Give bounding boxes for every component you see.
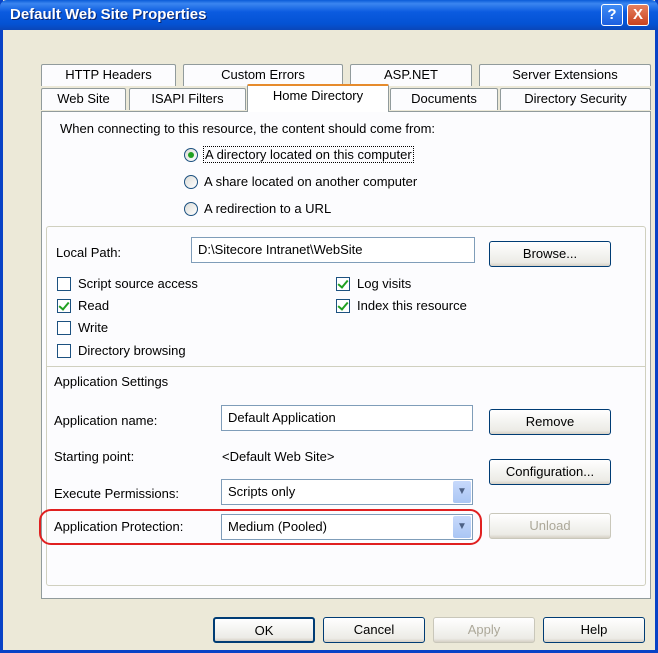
local-path-field[interactable]: D:\Sitecore Intranet\WebSite: [191, 237, 475, 263]
execute-permissions-select[interactable]: Scripts only ▼: [221, 479, 473, 505]
starting-point-value: <Default Web Site>: [222, 449, 335, 464]
tab-server-extensions[interactable]: Server Extensions: [479, 64, 651, 86]
read-checkbox[interactable]: [57, 299, 71, 313]
log-visits-label[interactable]: Log visits: [357, 276, 411, 291]
remove-button[interactable]: Remove: [489, 409, 611, 435]
radio-local-directory[interactable]: [184, 148, 198, 162]
execute-permissions-value: Scripts only: [228, 484, 296, 499]
app-protection-highlight: [39, 509, 482, 545]
chevron-down-icon[interactable]: ▼: [453, 481, 471, 503]
ok-button[interactable]: OK: [213, 617, 315, 643]
tab-custom-errors[interactable]: Custom Errors: [183, 64, 343, 86]
radio-local-directory-label[interactable]: A directory located on this computer: [203, 146, 414, 163]
radio-network-share-label[interactable]: A share located on another computer: [204, 174, 417, 189]
tab-isapi-filters[interactable]: ISAPI Filters: [129, 88, 246, 110]
script-source-label[interactable]: Script source access: [78, 276, 198, 291]
radio-redirection-label[interactable]: A redirection to a URL: [204, 201, 331, 216]
radio-network-share[interactable]: [184, 175, 198, 189]
radio-redirection[interactable]: [184, 202, 198, 216]
tab-http-headers[interactable]: HTTP Headers: [41, 64, 176, 86]
title-bar[interactable]: Default Web Site Properties ? X: [0, 0, 658, 30]
execute-permissions-label: Execute Permissions:: [54, 486, 179, 501]
index-resource-label[interactable]: Index this resource: [357, 298, 467, 313]
window-title: Default Web Site Properties: [10, 6, 207, 23]
application-settings-heading: Application Settings: [54, 374, 169, 389]
tab-directory-security[interactable]: Directory Security: [500, 88, 651, 110]
read-label[interactable]: Read: [78, 298, 109, 313]
directory-browsing-checkbox[interactable]: [57, 344, 71, 358]
app-name-field[interactable]: Default Application: [221, 405, 473, 431]
browse-button[interactable]: Browse...: [489, 241, 611, 267]
content-source-prompt: When connecting to this resource, the co…: [60, 121, 436, 136]
unload-button[interactable]: Unload: [489, 513, 611, 539]
local-path-label: Local Path:: [56, 245, 122, 260]
close-icon[interactable]: X: [627, 4, 649, 26]
tab-aspnet[interactable]: ASP.NET: [350, 64, 472, 86]
write-checkbox[interactable]: [57, 321, 71, 335]
write-label[interactable]: Write: [78, 320, 108, 335]
directory-browsing-label[interactable]: Directory browsing: [78, 343, 186, 358]
log-visits-checkbox[interactable]: [336, 277, 350, 291]
apply-button[interactable]: Apply: [433, 617, 535, 643]
cancel-button[interactable]: Cancel: [323, 617, 425, 643]
tab-web-site[interactable]: Web Site: [41, 88, 126, 110]
script-source-checkbox[interactable]: [57, 277, 71, 291]
app-name-label: Application name:: [54, 413, 158, 428]
starting-point-label: Starting point:: [54, 449, 135, 464]
help-icon[interactable]: ?: [601, 4, 623, 26]
index-resource-checkbox[interactable]: [336, 299, 350, 313]
tab-documents[interactable]: Documents: [390, 88, 498, 110]
configuration-button[interactable]: Configuration...: [489, 459, 611, 485]
divider: [46, 366, 646, 367]
help-button[interactable]: Help: [543, 617, 645, 643]
tab-home-directory[interactable]: Home Directory: [247, 84, 389, 112]
properties-dialog: Default Web Site Properties ? X HTTP Hea…: [0, 0, 658, 653]
